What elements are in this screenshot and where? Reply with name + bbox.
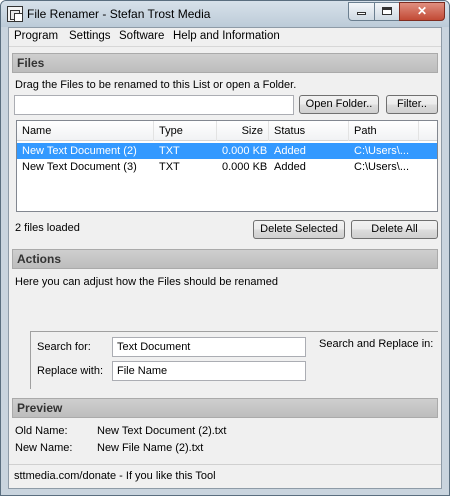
files-section-header: Files: [12, 53, 438, 73]
column-status[interactable]: Status: [269, 121, 349, 141]
file-status-cell: Added: [274, 145, 306, 157]
minimize-button[interactable]: [348, 2, 375, 21]
filter-button[interactable]: Filter..: [386, 95, 438, 114]
file-status-cell: Added: [274, 161, 306, 173]
preview-section-title: Preview: [17, 401, 63, 415]
app-icon[interactable]: [7, 6, 23, 22]
close-icon: ✕: [416, 4, 428, 18]
search-replace-in-label: Search and Replace in:: [319, 338, 434, 350]
file-name-cell: New Text Document (3): [22, 161, 137, 173]
menu-program[interactable]: Program: [14, 30, 58, 42]
file-row[interactable]: New Text Document (3) TXT 0.000 KB Added…: [17, 159, 437, 175]
menu-software[interactable]: Software: [119, 30, 164, 42]
file-type-cell: TXT: [159, 145, 180, 157]
client-area: Program Settings Software Help and Infor…: [8, 27, 442, 489]
preview-section-header: Preview: [12, 398, 438, 418]
actions-description: Here you can adjust how the Files should…: [15, 276, 278, 288]
replace-with-label: Replace with:: [37, 365, 104, 377]
replace-with-input[interactable]: File Name: [112, 361, 306, 381]
folder-path-input[interactable]: [14, 95, 294, 115]
new-name-value: New File Name (2).txt: [97, 442, 204, 454]
file-path-cell: C:\Users\...: [354, 145, 410, 157]
file-list-header: Name Type Size Status Path: [17, 121, 437, 141]
file-name-cell: New Text Document (2): [22, 145, 137, 157]
old-name-value: New Text Document (2).txt: [97, 425, 227, 437]
files-count: 2 files loaded: [15, 222, 80, 234]
column-name[interactable]: Name: [17, 121, 154, 141]
menu-settings[interactable]: Settings: [69, 30, 111, 42]
search-for-label: Search for:: [37, 341, 91, 353]
delete-selected-button[interactable]: Delete Selected: [253, 220, 345, 239]
app-window: File Renamer - Stefan Trost Media ✕ Prog…: [0, 0, 450, 496]
window-title: File Renamer - Stefan Trost Media: [27, 7, 211, 21]
maximize-icon: [382, 7, 392, 15]
column-type[interactable]: Type: [154, 121, 217, 141]
files-instruction: Drag the Files to be renamed to this Lis…: [15, 79, 297, 91]
file-size-cell: 0.000 KB: [222, 145, 268, 157]
column-size[interactable]: Size: [217, 121, 269, 141]
actions-section-title: Actions: [17, 252, 62, 266]
close-button[interactable]: ✕: [399, 2, 445, 21]
file-size-cell: 0.000 KB: [222, 161, 268, 173]
maximize-button[interactable]: [374, 2, 400, 21]
new-name-label: New Name:: [15, 442, 73, 454]
column-path[interactable]: Path: [349, 121, 419, 141]
title-bar[interactable]: File Renamer - Stefan Trost Media ✕: [1, 1, 449, 27]
delete-all-button[interactable]: Delete All: [351, 220, 438, 239]
open-folder-button[interactable]: Open Folder..: [299, 95, 379, 114]
old-name-label: Old Name:: [15, 425, 68, 437]
search-for-input[interactable]: Text Document: [112, 337, 306, 357]
donate-link[interactable]: sttmedia.com/donate - If you like this T…: [14, 470, 216, 482]
menu-help[interactable]: Help and Information: [173, 30, 280, 42]
file-path-cell: C:\Users\...: [354, 161, 410, 173]
file-type-cell: TXT: [159, 161, 180, 173]
minimize-icon: [357, 12, 366, 15]
menu-bar: Program Settings Software Help and Infor…: [9, 28, 441, 47]
file-list[interactable]: Name Type Size Status Path New Text Docu…: [16, 120, 438, 212]
status-bar: sttmedia.com/donate - If you like this T…: [9, 464, 441, 488]
actions-section-header: Actions: [12, 249, 438, 269]
file-row[interactable]: New Text Document (2) TXT 0.000 KB Added…: [17, 143, 437, 159]
files-section-title: Files: [17, 56, 45, 70]
